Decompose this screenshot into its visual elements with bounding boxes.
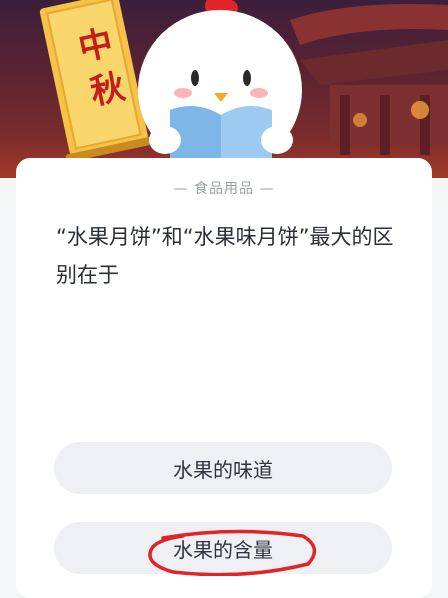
lantern-pavilion-icon — [290, 4, 448, 155]
chick-mascot-icon — [138, 0, 302, 172]
category-label: — 食品用品 — — [173, 181, 275, 197]
option-button-2[interactable]: 水果的含量 — [54, 522, 392, 574]
banner-illustration — [39, 0, 448, 172]
option-button-1[interactable]: 水果的味道 — [54, 442, 392, 494]
option-label-2: 水果的含量 — [173, 537, 273, 562]
festival-banner: 中 秋 — [0, 0, 448, 178]
option-label-1: 水果的味道 — [173, 457, 273, 482]
question-text: “水果月饼”和“水果味月饼”最大的区别在于 — [56, 225, 394, 287]
